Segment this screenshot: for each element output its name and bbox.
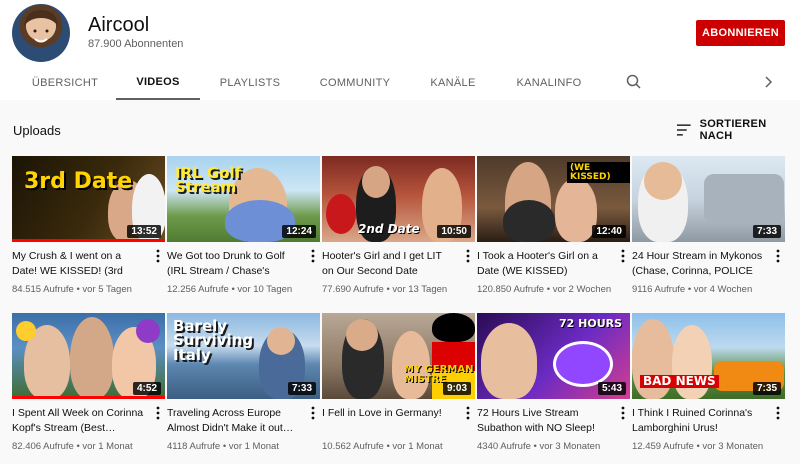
tab-overview[interactable]: ÜBERSICHT bbox=[22, 66, 108, 100]
video-meta: 12.459 Aufrufe • vor 3 Monaten bbox=[632, 441, 764, 452]
video-duration: 7:33 bbox=[752, 225, 781, 238]
chevron-right-icon[interactable] bbox=[758, 72, 778, 92]
tab-playlists[interactable]: PLAYLISTS bbox=[210, 66, 290, 100]
video-meta: 4340 Aufrufe • vor 3 Monaten bbox=[477, 441, 601, 452]
video-thumbnail[interactable]: BAD NEWS 7:35 bbox=[632, 313, 785, 399]
video-duration: 7:33 bbox=[287, 382, 316, 395]
thumbnail-text: 2nd Date bbox=[358, 222, 420, 236]
video-title[interactable]: 72 Hours Live Stream Subathon with NO Sl… bbox=[477, 406, 609, 436]
video-card[interactable]: 2nd Date 10:50 Hooter's Girl and I get L… bbox=[322, 156, 475, 306]
more-options-icon[interactable] bbox=[152, 248, 164, 264]
video-title[interactable]: I Think I Ruined Corinna's Lamborghini U… bbox=[632, 406, 764, 436]
tab-videos[interactable]: VIDEOS bbox=[116, 66, 200, 100]
video-card[interactable]: BAD NEWS 7:35 I Think I Ruined Corinna's… bbox=[632, 313, 785, 463]
channel-avatar[interactable] bbox=[12, 4, 70, 62]
video-card[interactable]: (WE KISSED) 12:40 I Took a Hooter's Girl… bbox=[477, 156, 630, 306]
section-title: Uploads bbox=[13, 123, 61, 138]
video-meta: 4118 Aufrufe • vor 1 Monat bbox=[167, 441, 279, 452]
more-options-icon[interactable] bbox=[772, 405, 784, 421]
video-title[interactable]: 24 Hour Stream in Mykonos (Chase, Corinn… bbox=[632, 249, 764, 279]
emoji-icon bbox=[16, 321, 36, 341]
video-title[interactable]: Hooter's Girl and I get LIT on Our Secon… bbox=[322, 249, 454, 279]
search-icon[interactable] bbox=[624, 72, 644, 92]
sort-icon bbox=[676, 124, 691, 136]
thumbnail-text: 72 HOURS bbox=[559, 317, 623, 330]
video-thumbnail[interactable]: MY GERMAN MISTRE 9:03 bbox=[322, 313, 475, 399]
video-duration: 7:35 bbox=[752, 382, 781, 395]
video-duration: 10:50 bbox=[437, 225, 471, 238]
video-card[interactable]: 4:52 I Spent All Week on Corinna Kopf's … bbox=[12, 313, 165, 463]
video-thumbnail[interactable]: 2nd Date 10:50 bbox=[322, 156, 475, 242]
more-options-icon[interactable] bbox=[462, 248, 474, 264]
more-options-icon[interactable] bbox=[772, 248, 784, 264]
video-thumbnail[interactable]: (WE KISSED) 12:40 bbox=[477, 156, 630, 242]
tab-community[interactable]: COMMUNITY bbox=[312, 66, 398, 100]
video-card[interactable]: Barely Surviving Italy 7:33 Traveling Ac… bbox=[167, 313, 320, 463]
video-duration: 5:43 bbox=[597, 382, 626, 395]
video-card[interactable]: 7:33 24 Hour Stream in Mykonos (Chase, C… bbox=[632, 156, 785, 306]
video-thumbnail[interactable]: IRL Golf Stream 12:24 bbox=[167, 156, 320, 242]
video-title[interactable]: Traveling Across Europe Almost Didn't Ma… bbox=[167, 406, 299, 436]
more-options-icon[interactable] bbox=[617, 405, 629, 421]
video-duration: 4:52 bbox=[132, 382, 161, 395]
tab-channels[interactable]: KANÄLE bbox=[420, 66, 486, 100]
subscriber-count: 87.900 Abonnenten bbox=[88, 38, 184, 50]
video-meta: 120.850 Aufrufe • vor 2 Wochen bbox=[477, 284, 612, 295]
video-thumbnail[interactable]: 3rd Date 13:52 bbox=[12, 156, 165, 242]
video-title[interactable]: My Crush & I went on a Date! WE KISSED! … bbox=[12, 249, 144, 279]
video-duration: 13:52 bbox=[127, 225, 161, 238]
video-title[interactable]: I Took a Hooter's Girl on a Date (WE KIS… bbox=[477, 249, 609, 279]
sort-button[interactable]: SORTIEREN NACH bbox=[676, 118, 800, 142]
video-duration: 12:24 bbox=[282, 225, 316, 238]
twitch-logo-icon bbox=[553, 341, 613, 387]
tab-about[interactable]: KANALINFO bbox=[508, 66, 590, 100]
thumbnail-text: IRL Golf Stream bbox=[175, 164, 242, 197]
thumbnail-text: Barely Surviving Italy bbox=[173, 317, 254, 364]
video-thumbnail[interactable]: 7:33 bbox=[632, 156, 785, 242]
video-card[interactable]: 72 HOURS 5:43 72 Hours Live Stream Subat… bbox=[477, 313, 630, 463]
video-card[interactable]: 3rd Date 13:52 My Crush & I went on a Da… bbox=[12, 156, 165, 306]
video-meta: 77.690 Aufrufe • vor 13 Tagen bbox=[322, 284, 448, 295]
video-meta: 12.256 Aufrufe • vor 10 Tagen bbox=[167, 284, 293, 295]
video-title[interactable]: I Spent All Week on Corinna Kopf's Strea… bbox=[12, 406, 144, 436]
video-title[interactable]: I Fell in Love in Germany! bbox=[322, 406, 454, 436]
video-meta: 84.515 Aufrufe • vor 5 Tagen bbox=[12, 284, 132, 295]
video-thumbnail[interactable]: 4:52 bbox=[12, 313, 165, 399]
video-thumbnail[interactable]: 72 HOURS 5:43 bbox=[477, 313, 630, 399]
channel-header: Aircool 87.900 Abonnenten ABONNIEREN ÜBE… bbox=[0, 0, 800, 100]
video-meta: 10.562 Aufrufe • vor 1 Monat bbox=[322, 441, 443, 452]
video-card[interactable]: MY GERMAN MISTRE 9:03 I Fell in Love in … bbox=[322, 313, 475, 463]
more-options-icon[interactable] bbox=[307, 405, 319, 421]
channel-name[interactable]: Aircool bbox=[88, 14, 149, 37]
thumbnail-text: BAD NEWS bbox=[640, 375, 719, 389]
devil-emoji-icon bbox=[136, 319, 160, 343]
video-duration: 12:40 bbox=[592, 225, 626, 238]
more-options-icon[interactable] bbox=[152, 405, 164, 421]
sort-label: SORTIEREN NACH bbox=[699, 118, 767, 142]
flag-stripe-black bbox=[432, 313, 475, 342]
thumbnail-text: 3rd Date bbox=[24, 169, 133, 194]
video-duration: 9:03 bbox=[442, 382, 471, 395]
video-thumbnail[interactable]: Barely Surviving Italy 7:33 bbox=[167, 313, 320, 399]
video-meta: 9116 Aufrufe • vor 4 Wochen bbox=[632, 284, 753, 295]
more-options-icon[interactable] bbox=[617, 248, 629, 264]
watch-progress bbox=[12, 239, 165, 242]
video-card[interactable]: IRL Golf Stream 12:24 We Got too Drunk t… bbox=[167, 156, 320, 306]
more-options-icon[interactable] bbox=[462, 405, 474, 421]
thumbnail-text: (WE KISSED) bbox=[567, 162, 630, 184]
more-options-icon[interactable] bbox=[307, 248, 319, 264]
watch-progress bbox=[12, 396, 165, 399]
video-title[interactable]: We Got too Drunk to Golf (IRL Stream / C… bbox=[167, 249, 299, 279]
video-meta: 82.406 Aufrufe • vor 1 Monat bbox=[12, 441, 133, 452]
channel-tabs: ÜBERSICHT VIDEOS PLAYLISTS COMMUNITY KAN… bbox=[0, 66, 800, 100]
subscribe-button[interactable]: ABONNIEREN bbox=[696, 20, 785, 46]
